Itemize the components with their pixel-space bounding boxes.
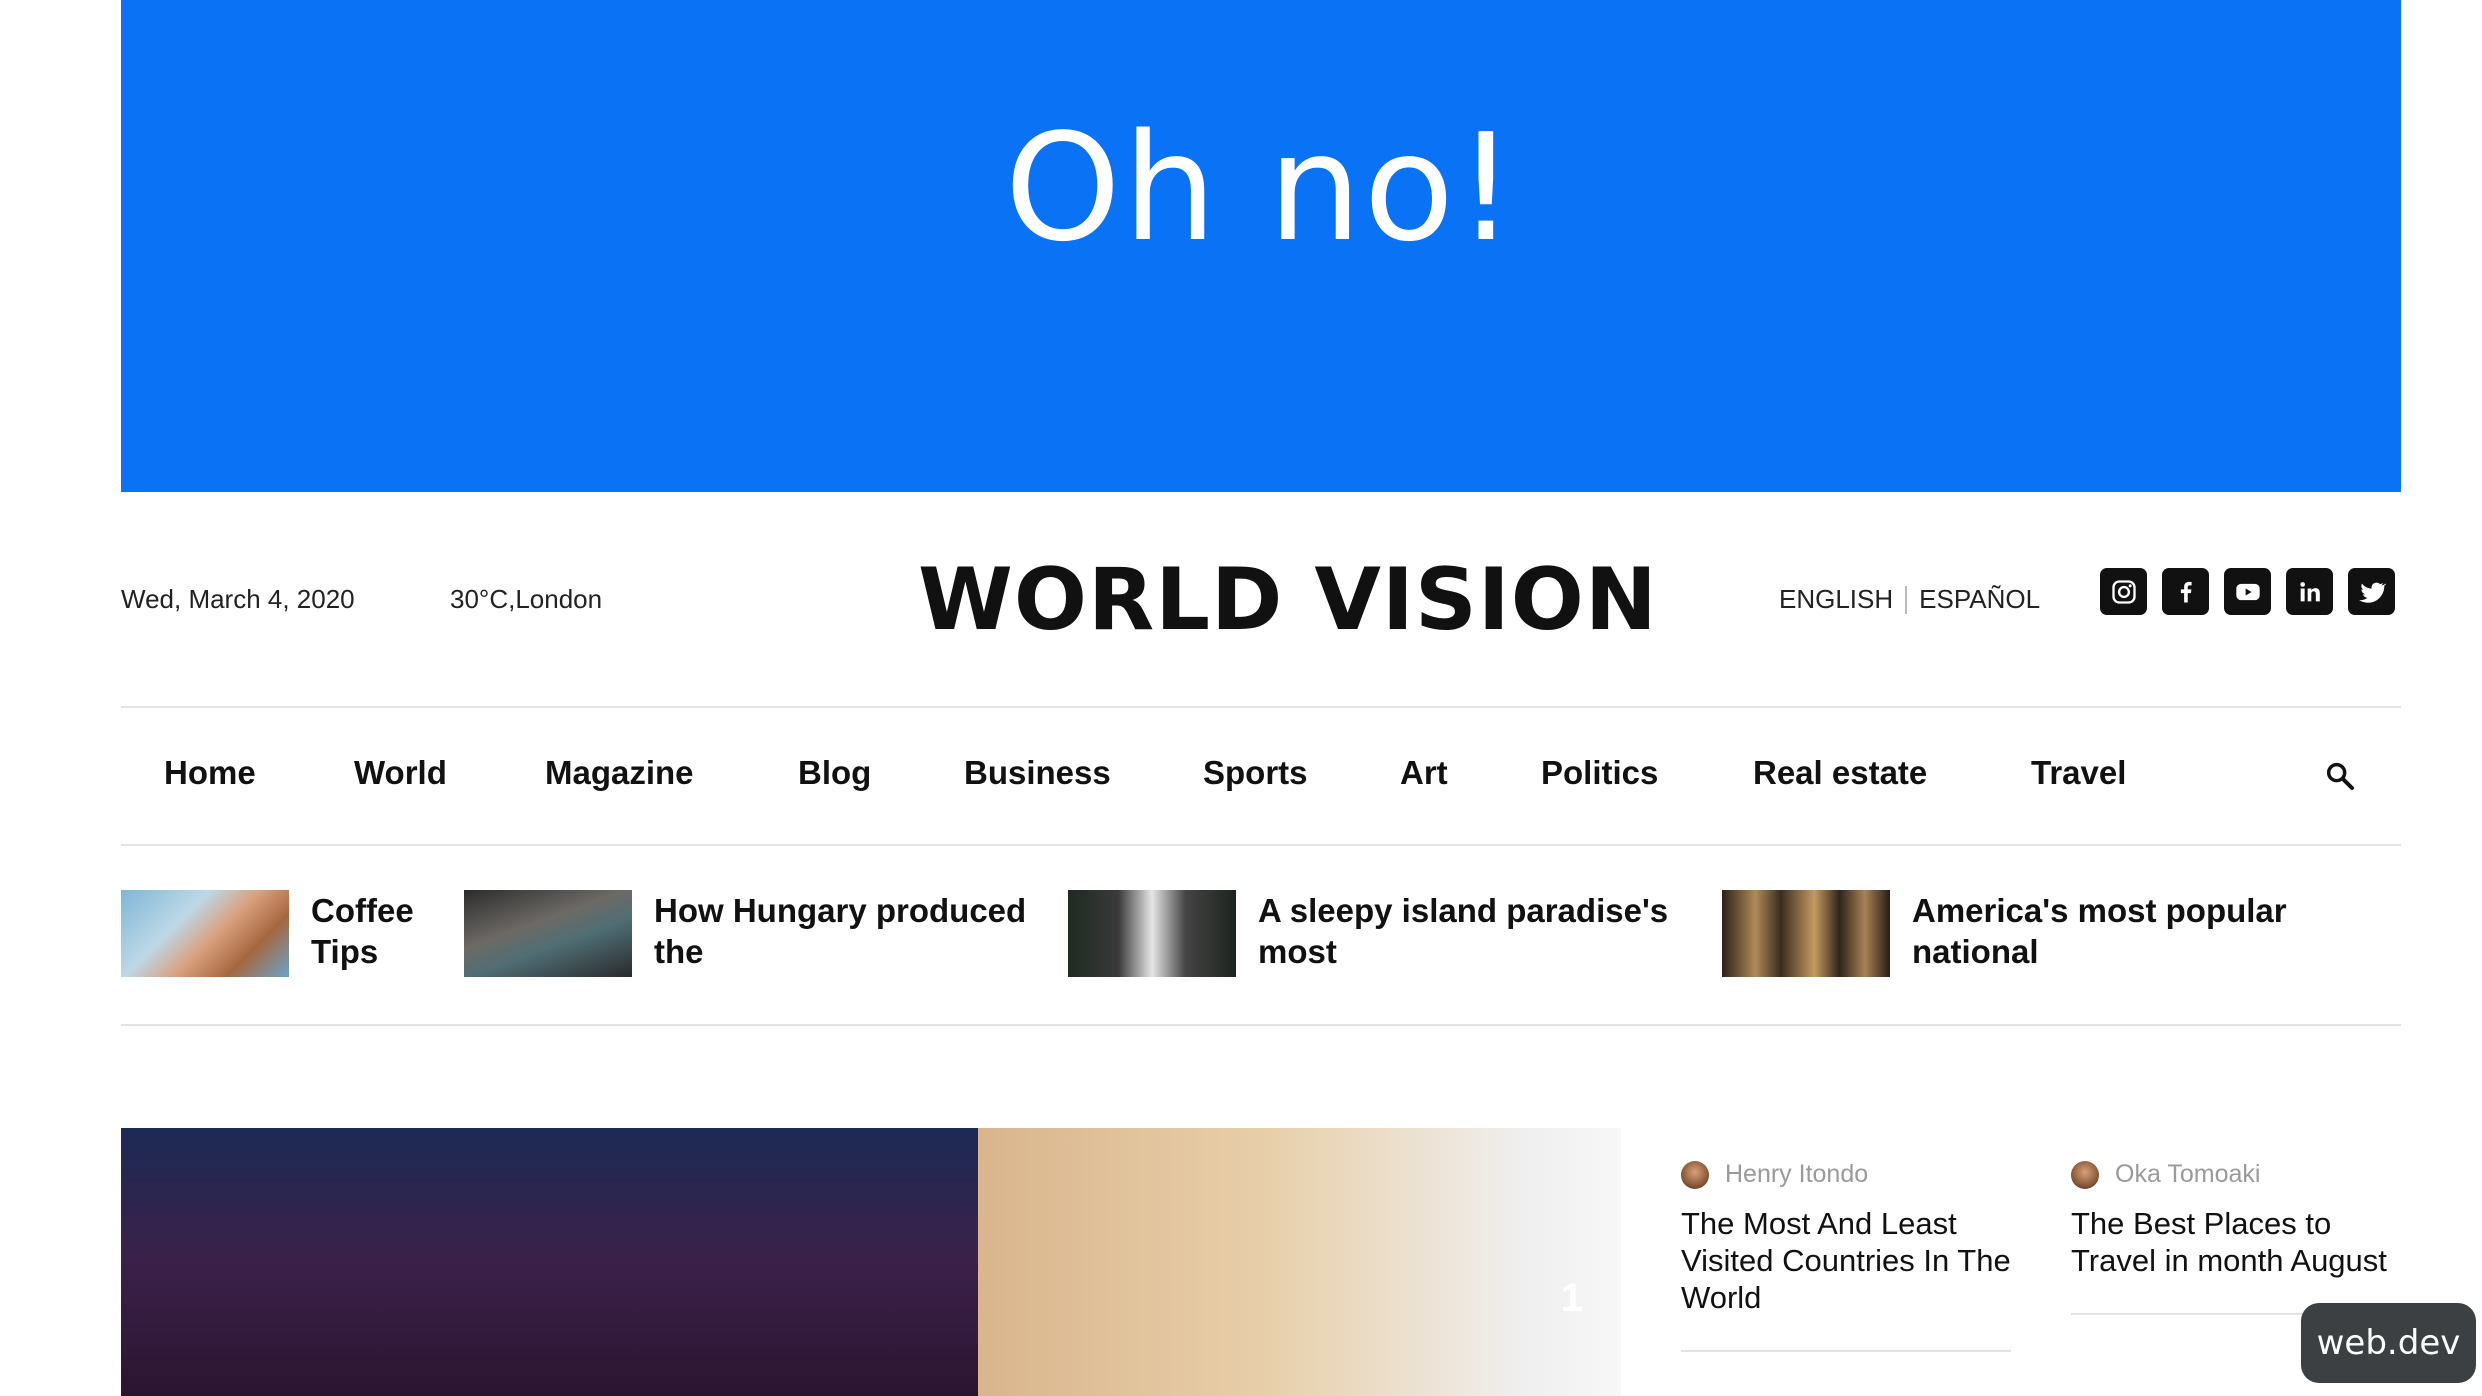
current-date: Wed, March 4, 2020 <box>121 584 355 614</box>
main-nav: Home World Magazine Blog Business Sports… <box>121 708 2401 840</box>
trending-title: Coffee Tips <box>311 892 414 970</box>
side-article[interactable]: Oka Tomoaki The Best Places to Travel in… <box>2071 1160 2401 1315</box>
nav-item-world[interactable]: World <box>354 754 447 792</box>
social-links <box>2100 568 2395 615</box>
nav-item-real-estate[interactable]: Real estate <box>1753 754 1927 792</box>
trending-title: A sleepy island paradise's most <box>1258 892 1669 970</box>
avatar <box>2071 1160 2099 1189</box>
web-dev-badge: web.dev <box>2301 1303 2476 1383</box>
instagram-icon[interactable] <box>2100 568 2147 615</box>
author-name: Henry Itondo <box>1725 1160 1869 1188</box>
article-thumbnail <box>464 890 632 977</box>
nav-item-blog[interactable]: Blog <box>798 754 871 792</box>
nav-item-sports[interactable]: Sports <box>1203 754 1308 792</box>
article-author: Oka Tomoaki <box>2071 1160 2401 1189</box>
lang-espanol-link[interactable]: ESPAÑOL <box>1919 584 2040 615</box>
nav-item-business[interactable]: Business <box>964 754 1111 792</box>
trending-strip: Coffee Tips How Hungary produced the A sle… <box>121 890 2401 980</box>
nav-item-home[interactable]: Home <box>164 754 256 792</box>
site-logo[interactable]: WORLD VISION <box>918 550 1658 650</box>
trending-item[interactable]: America's most popular national <box>1722 890 2287 977</box>
facebook-icon[interactable] <box>2162 568 2209 615</box>
author-name: Oka Tomoaki <box>2115 1160 2261 1188</box>
trending-title: How Hungary produced the <box>654 892 1027 970</box>
ad-banner: Oh no! <box>121 0 2401 492</box>
article-divider <box>1681 1350 2011 1352</box>
trending-title: America's most popular national <box>1912 892 2287 970</box>
trending-item[interactable]: Coffee Tips <box>121 890 414 977</box>
twitter-icon[interactable] <box>2348 568 2395 615</box>
banner-text: Oh no! <box>1004 102 1518 274</box>
nav-item-art[interactable]: Art <box>1400 754 1448 792</box>
article-thumbnail <box>1068 890 1236 977</box>
nav-item-travel[interactable]: Travel <box>2031 754 2126 792</box>
lang-divider <box>1905 585 1908 614</box>
hero-slider[interactable]: 1 <box>121 1128 1621 1396</box>
article-author: Henry Itondo <box>1681 1160 2011 1189</box>
youtube-icon[interactable] <box>2224 568 2271 615</box>
nav-divider <box>121 844 2401 846</box>
article-thumbnail <box>121 890 289 977</box>
lang-english-link[interactable]: ENGLISH <box>1779 584 1893 615</box>
article-thumbnail <box>1722 890 1890 977</box>
hero-image-concert <box>121 1128 978 1396</box>
slide-number: 1 <box>1560 1276 1583 1320</box>
trending-item[interactable]: How Hungary produced the <box>464 890 1026 977</box>
article-title[interactable]: The Best Places to Travel in month Augus… <box>2071 1205 2401 1279</box>
language-switcher: ENGLISH ESPAÑOL <box>1779 584 2040 615</box>
trending-item[interactable]: A sleepy island paradise's most <box>1068 890 1668 977</box>
site-header: Wed, March 4, 2020 30°C,London WORLD VIS… <box>121 540 2401 660</box>
linkedin-icon[interactable] <box>2286 568 2333 615</box>
search-icon[interactable] <box>2324 760 2356 792</box>
side-article[interactable]: Henry Itondo The Most And Least Visited … <box>1681 1160 2011 1352</box>
trending-divider <box>121 1024 2401 1026</box>
hero-image-portrait: 1 <box>978 1128 1621 1396</box>
nav-item-magazine[interactable]: Magazine <box>545 754 694 792</box>
article-title[interactable]: The Most And Least Visited Countries In … <box>1681 1205 2011 1316</box>
avatar <box>1681 1160 1709 1189</box>
weather-info: 30°C,London <box>450 584 603 614</box>
nav-item-politics[interactable]: Politics <box>1541 754 1658 792</box>
